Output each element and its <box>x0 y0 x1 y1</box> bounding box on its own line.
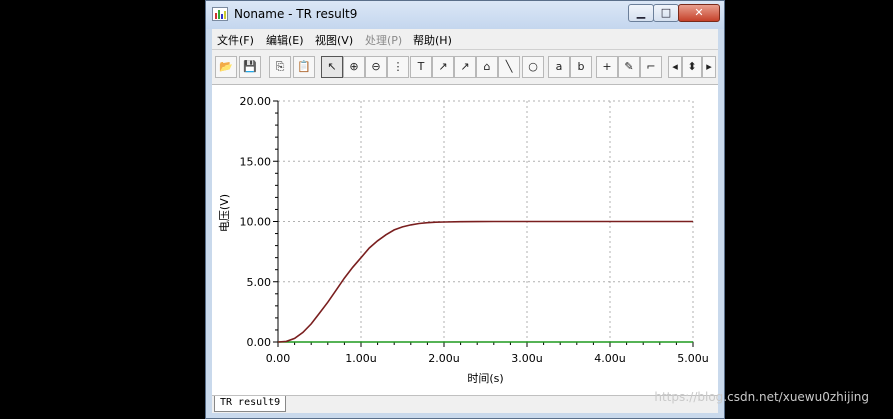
minimize-icon: ▁ <box>636 6 646 19</box>
line-icon: ╲ <box>505 60 513 73</box>
zoom-in-button[interactable]: ⊕ <box>343 56 365 78</box>
pointer-icon: ↖ <box>327 60 337 73</box>
zoom-100-icon: ⊖ <box>371 60 381 73</box>
probe-icon: ✎ <box>624 60 634 73</box>
x-tick-label: 4.00u <box>594 352 625 365</box>
window-title: Noname - TR result9 <box>234 7 358 21</box>
comment-icon: ⌂ <box>483 60 491 73</box>
minimize-button[interactable]: ▁ <box>628 4 654 22</box>
menu-view[interactable]: 视图(V) <box>315 32 353 48</box>
tab-bar: TR result9 <box>212 395 718 413</box>
label-icon: ↗ <box>438 60 448 73</box>
toolbar: 📂 💾 ⎘ 📋 ↖ ⊕ ⊖ ⋮ T ↗ ↗ ⌂ ╲ ○ a b + ✎ ⌐ ◂ ⬍ ▸ <box>212 50 718 85</box>
zoom-in-icon: ⊕ <box>349 60 359 73</box>
app-icon[interactable] <box>212 7 228 21</box>
x-tick-label: 2.00u <box>428 352 459 365</box>
pointer-button[interactable]: ↖ <box>321 56 343 78</box>
zoom-100-button[interactable]: ⊖ <box>365 56 387 78</box>
add-trace-icon: + <box>602 60 612 73</box>
x-tick-label: 5.00u <box>677 352 708 365</box>
scroll-updown-button[interactable]: ⬍ <box>682 56 702 78</box>
circle-button[interactable]: ○ <box>522 56 544 78</box>
series-line-voltage <box>277 220 693 343</box>
menu-process[interactable]: 处理(P) <box>365 32 402 48</box>
y-tick-label: 5.00 <box>247 276 272 289</box>
menu-file[interactable]: 文件(F) <box>217 32 254 48</box>
cursor-b-icon: b <box>577 60 585 73</box>
label-button[interactable]: ↗ <box>432 56 454 78</box>
maximize-button[interactable]: □ <box>653 4 679 22</box>
x-tick-label: 1.00u <box>345 352 376 365</box>
text-button[interactable]: T <box>410 56 432 78</box>
copy-icon: ⎘ <box>275 60 285 73</box>
label-2-button[interactable]: ↗ <box>454 56 476 78</box>
cursor-a-icon: a <box>555 60 563 73</box>
scroll-left-button[interactable]: ◂ <box>668 56 682 78</box>
y-axis-label: 电压(V) <box>218 193 231 233</box>
grid-button[interactable]: ⋮ <box>387 56 409 78</box>
circle-icon: ○ <box>528 60 538 73</box>
grid-icon: ⋮ <box>392 60 404 73</box>
save-button[interactable]: 💾 <box>239 56 261 78</box>
close-button[interactable]: ✕ <box>678 4 720 22</box>
menu-help[interactable]: 帮助(H) <box>413 32 452 48</box>
transient-chart[interactable]: 0.00 1.00u 2.00u 3.00u 4.00u 5.00u 0.00 5.00 10.… <box>212 85 718 395</box>
chart-area: 电压(V) 0.00 1.00u 2.00u 3.00u 4.00u 5.00u 0.00 5… <box>212 85 718 395</box>
copy-button[interactable]: ⎘ <box>269 56 291 78</box>
y-tick-label: 10.00 <box>240 216 272 229</box>
cursor-b-button[interactable]: b <box>570 56 592 78</box>
maximize-icon: □ <box>660 6 672 19</box>
tab-tr-result9[interactable]: TR result9 <box>214 396 287 412</box>
x-tick-label: 3.00u <box>511 352 542 365</box>
cursor-a-button[interactable]: a <box>548 56 570 78</box>
open-folder-icon: 📂 <box>219 60 233 73</box>
close-icon: ✕ <box>694 6 704 19</box>
step-icon: ⌐ <box>646 60 656 73</box>
menu-edit[interactable]: 编辑(E) <box>266 32 304 48</box>
comment-button[interactable]: ⌂ <box>476 56 498 78</box>
paste-button[interactable]: 📋 <box>293 56 315 78</box>
app-window: Noname - TR result9 ▁ □ ✕ 文件(F) 编辑(E) 视图… <box>205 0 725 419</box>
line-button[interactable]: ╲ <box>498 56 520 78</box>
scroll-right-button[interactable]: ▸ <box>702 56 716 78</box>
open-folder-button[interactable]: 📂 <box>215 56 237 78</box>
scroll-left-icon: ◂ <box>672 60 678 73</box>
y-tick-label: 0.00 <box>247 336 272 349</box>
title-bar[interactable]: Noname - TR result9 ▁ □ ✕ <box>206 1 724 29</box>
paste-icon: 📋 <box>297 60 311 73</box>
step-button[interactable]: ⌐ <box>640 56 662 78</box>
x-tick-label: 0.00 <box>266 352 291 365</box>
scroll-right-icon: ▸ <box>706 60 712 73</box>
y-axis-label-wrap: 电压(V) <box>214 185 234 245</box>
scroll-updown-icon: ⬍ <box>687 60 697 73</box>
y-tick-label: 15.00 <box>240 155 272 168</box>
probe-button[interactable]: ✎ <box>618 56 640 78</box>
y-tick-label: 20.00 <box>240 95 272 108</box>
add-trace-button[interactable]: + <box>596 56 618 78</box>
label-2-icon: ↗ <box>460 60 470 73</box>
menu-bar: 文件(F) 编辑(E) 视图(V) 处理(P) 帮助(H) <box>212 29 718 50</box>
x-axis-label: 时间(s) <box>467 372 503 385</box>
text-icon: T <box>417 60 425 73</box>
save-icon: 💾 <box>243 60 257 73</box>
watermark: https://blog.csdn.net/xuewu0zhijing <box>654 390 869 404</box>
